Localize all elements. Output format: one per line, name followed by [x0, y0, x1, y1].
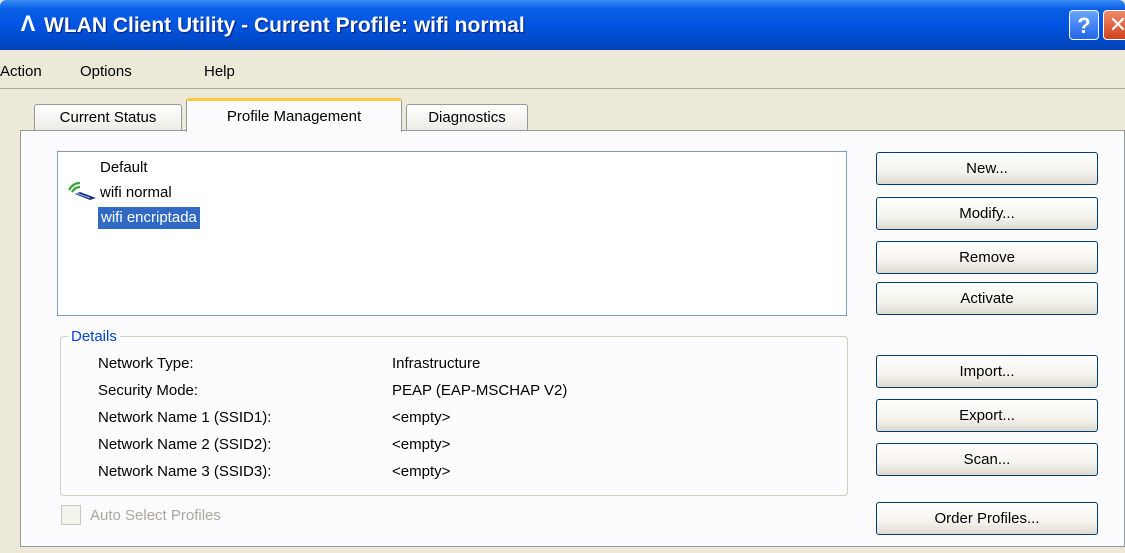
ssid1-label: Network Name 1 (SSID1):	[98, 409, 272, 426]
wireless-connected-icon	[68, 181, 96, 200]
wlan-app-icon: Λ	[20, 11, 36, 36]
remove-profile-button[interactable]: Remove	[876, 241, 1098, 274]
network-type-label: Network Type:	[98, 355, 194, 372]
menu-divider	[0, 88, 1125, 89]
help-button[interactable]: ?	[1069, 10, 1099, 40]
security-mode-value: PEAP (EAP-MSCHAP V2)	[392, 382, 568, 399]
ssid1-value: <empty>	[392, 409, 451, 426]
menu-bar: Action Options Help	[0, 55, 1125, 89]
security-mode-label: Security Mode:	[98, 382, 199, 399]
ssid3-label: Network Name 3 (SSID3):	[98, 463, 272, 480]
menu-action[interactable]: Action	[0, 61, 42, 83]
tab-profile-management[interactable]: Profile Management	[186, 98, 402, 132]
question-mark-icon: ?	[1077, 13, 1091, 38]
profile-item-wifi-encriptada[interactable]: wifi encriptada	[98, 207, 200, 229]
tab-current-status[interactable]: Current Status	[34, 104, 182, 130]
modify-profile-button[interactable]: Modify...	[876, 197, 1098, 230]
ssid2-label: Network Name 2 (SSID2):	[98, 436, 272, 453]
menu-options[interactable]: Options	[80, 61, 132, 83]
network-type-value: Infrastructure	[392, 355, 481, 372]
auto-select-profiles-checkbox[interactable]	[61, 505, 81, 525]
close-icon: ✕	[1108, 12, 1125, 37]
close-button[interactable]: ✕	[1103, 10, 1125, 40]
import-profile-button[interactable]: Import...	[876, 355, 1098, 388]
profile-list[interactable]	[57, 151, 847, 316]
export-profile-button[interactable]: Export...	[876, 399, 1098, 432]
profile-item-wifi-normal[interactable]: wifi normal	[100, 182, 172, 204]
ssid2-value: <empty>	[392, 436, 451, 453]
title-bar[interactable]: Λ WLAN Client Utility - Current Profile:…	[0, 0, 1125, 50]
activate-profile-button[interactable]: Activate	[876, 282, 1098, 315]
window-title: WLAN Client Utility - Current Profile: w…	[44, 14, 525, 37]
details-legend: Details	[68, 328, 120, 346]
order-profiles-button[interactable]: Order Profiles...	[876, 502, 1098, 535]
new-profile-button[interactable]: New...	[876, 152, 1098, 185]
tab-diagnostics[interactable]: Diagnostics	[406, 104, 528, 130]
profile-item-default[interactable]: Default	[100, 157, 148, 179]
menu-help[interactable]: Help	[204, 61, 235, 83]
auto-select-profiles-label: Auto Select Profiles	[90, 507, 221, 524]
scan-button[interactable]: Scan...	[876, 443, 1098, 476]
ssid3-value: <empty>	[392, 463, 451, 480]
